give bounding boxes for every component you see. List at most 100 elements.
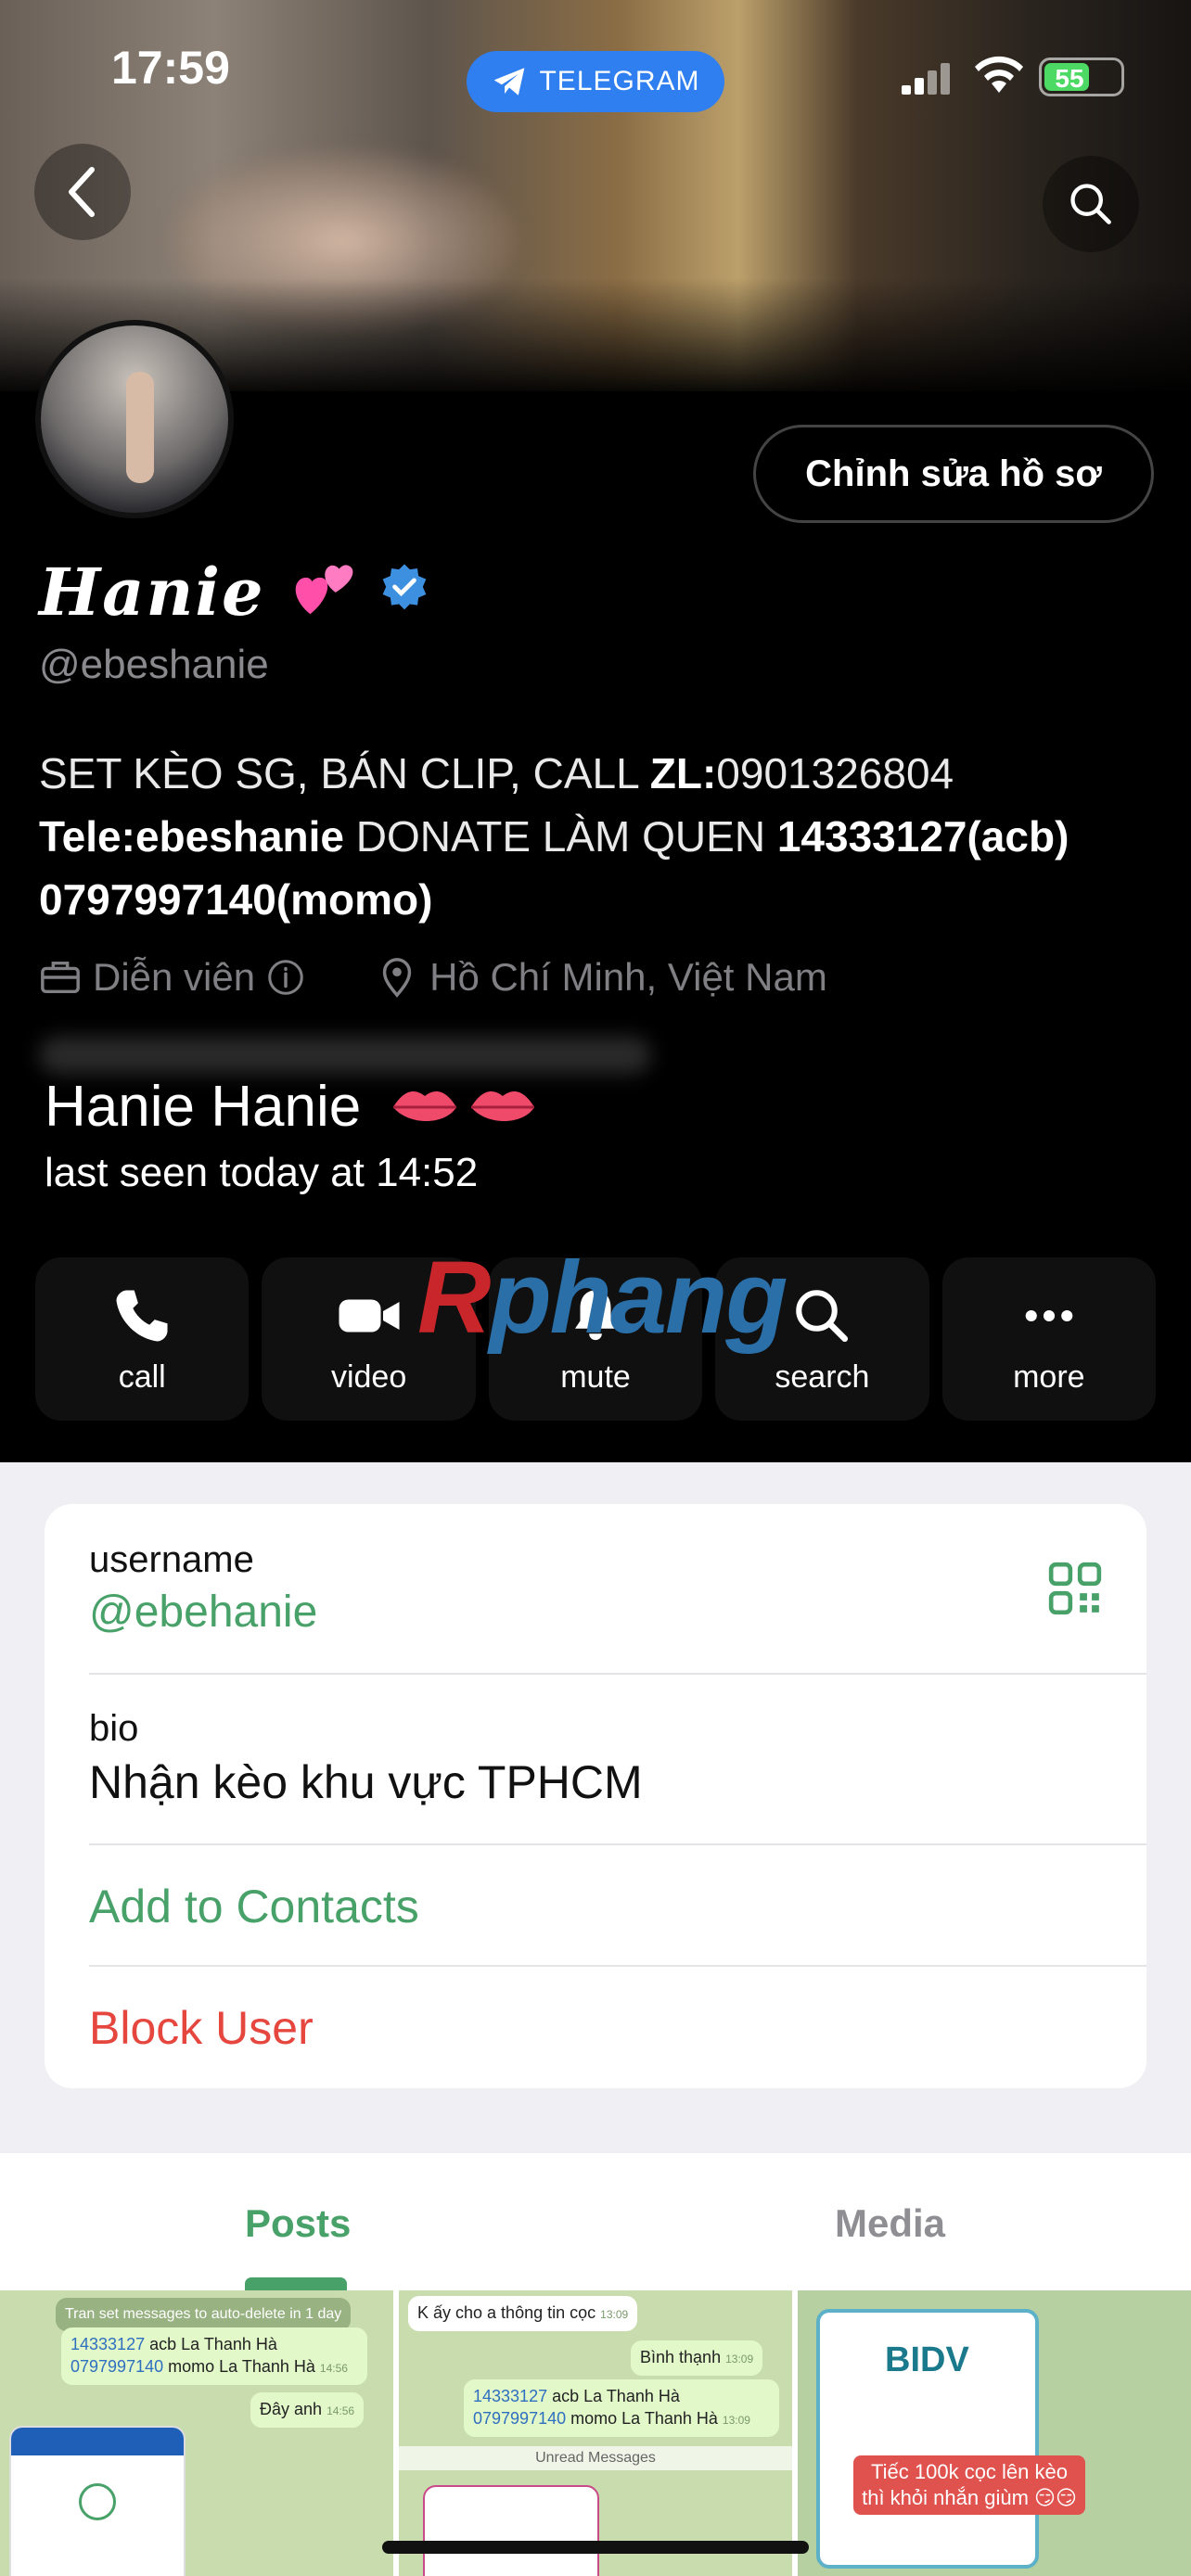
profile-header: 17:59 TELEGRAM 55 Chỉnh sửa hồ sơ Hanie … (0, 0, 1191, 1462)
edit-profile-button[interactable]: Chỉnh sửa hồ sơ (753, 425, 1154, 523)
account-number: 0797997140 (473, 2409, 567, 2428)
bio-phone[interactable]: 0901326804 (716, 749, 954, 797)
search-button[interactable] (1043, 156, 1139, 252)
display-name: Hanie (39, 554, 265, 631)
call-label: call (118, 1359, 166, 1395)
lips-emoji-icon (393, 1091, 534, 1121)
message-time: 13:09 (722, 2414, 750, 2427)
account-name: momo La Thanh Hà (566, 2409, 718, 2428)
chat-bubble: 14333127 acb La Thanh Hà 0797997140 momo… (61, 2327, 367, 2385)
unread-divider: Unread Messages (399, 2446, 792, 2470)
bio-text-bold: 0797997140(momo) (39, 875, 433, 924)
call-button[interactable]: call (35, 1257, 250, 1421)
last-seen-status: last seen today at 14:52 (45, 1150, 479, 1195)
search-icon (796, 1290, 849, 1343)
bank-logo: BIDV (885, 2340, 969, 2379)
chat-bubble: 14333127 acb La Thanh Hà 0797997140 momo… (464, 2379, 779, 2437)
watermark-r: R (417, 1241, 491, 1355)
chat-bubble: Đây anh 14:56 (250, 2392, 365, 2428)
battery-level: 55 (1055, 64, 1084, 93)
content-tabs: Posts Media (0, 2153, 1191, 2290)
mute-label: mute (560, 1359, 631, 1395)
bank-receipt-image: BIDV (816, 2309, 1039, 2569)
divider (89, 1965, 1146, 1967)
phone-icon (116, 1290, 168, 1342)
telegram-pill[interactable]: TELEGRAM (467, 51, 724, 112)
message-time: 14:56 (319, 2362, 348, 2375)
bio-text-part: DONATE LÀM QUEN (343, 812, 777, 861)
chevron-left-icon (69, 167, 95, 217)
job-label: Diễn viên (93, 955, 256, 999)
divider (89, 1843, 1146, 1845)
home-indicator[interactable] (382, 2541, 809, 2554)
tab-media[interactable]: Media (835, 2201, 945, 2246)
add-to-contacts-button[interactable]: Add to Contacts (89, 1880, 1146, 1933)
briefcase-icon (41, 961, 80, 994)
blurred-text (39, 1037, 651, 1074)
username-label: username (89, 1539, 254, 1580)
posts-grid: Tran set messages to auto-delete in 1 da… (0, 2290, 1191, 2576)
account-name: momo La Thanh Hà (163, 2357, 315, 2376)
search-label: search (775, 1359, 870, 1395)
chat-bubble: Bình thạnh 13:09 (631, 2340, 763, 2376)
bio-label: bio (89, 1708, 139, 1749)
back-button[interactable] (34, 144, 131, 240)
wifi-icon (975, 56, 1023, 93)
profile-meta: Diễn viên Hồ Chí Minh, Việt Nam (39, 955, 827, 1000)
avatar[interactable] (35, 320, 234, 518)
location-pin-icon (382, 958, 412, 998)
tab-posts[interactable]: Posts (245, 2201, 351, 2246)
message-text: Bình thạnh (640, 2348, 722, 2366)
search-icon (1070, 184, 1111, 224)
account-number: 14333127 (473, 2387, 548, 2405)
status-bar: 17:59 TELEGRAM 55 (0, 37, 1191, 112)
profile-bio: SET KÈO SG, BÁN CLIP, CALL ZL:0901326804… (39, 742, 1152, 931)
verified-badge-icon (382, 564, 427, 610)
account-number: 14333127 (70, 2335, 146, 2353)
username-value[interactable]: @ebehanie (89, 1587, 1146, 1638)
profile-handle: @ebeshanie (39, 642, 269, 687)
video-icon (339, 1299, 400, 1333)
info-card: username @ebehanie bio Nhận kèo khu vực … (45, 1504, 1146, 2088)
block-user-button[interactable]: Block User (89, 2001, 1146, 2055)
tab-indicator (245, 2277, 347, 2290)
user-name: Hanie Hanie (45, 1075, 362, 1139)
bio-text-bold: Tele:ebeshanie (39, 812, 344, 861)
bio-text-bold: ZL: (649, 749, 717, 797)
telegram-pill-label: TELEGRAM (539, 66, 700, 96)
post-thumbnail[interactable]: BIDV Tiếc 100k cọc lên kèo thì khỏi nhắn… (798, 2290, 1191, 2576)
username-row[interactable]: username @ebehanie (89, 1539, 1146, 1638)
info-icon[interactable] (264, 956, 307, 999)
watermark-logo: Rphang (417, 1239, 788, 1357)
telegram-icon (494, 68, 525, 96)
bio-text-part: SET KÈO SG, BÁN CLIP, CALL (39, 749, 650, 797)
bio-text-bold: 14333127(acb) (776, 812, 1069, 861)
post-thumbnail[interactable]: K ấy cho a thông tin cọc 13:09 Bình thạn… (399, 2290, 792, 2576)
message-text: Đây anh (260, 2400, 323, 2418)
signal-icon (902, 63, 950, 95)
battery-icon: 55 (1039, 57, 1124, 96)
video-label: video (330, 1359, 407, 1395)
screenshot-image (9, 2426, 186, 2576)
more-button[interactable]: more (941, 1257, 1157, 1421)
location-label: Hồ Chí Minh, Việt Nam (429, 955, 827, 999)
system-message: Tran set messages to auto-delete in 1 da… (56, 2298, 352, 2331)
account-number: 0797997140 (70, 2357, 164, 2376)
message-time: 13:09 (600, 2308, 629, 2321)
message-time: 13:09 (725, 2353, 754, 2366)
hearts-emoji-icon (295, 565, 353, 615)
screenshot-image (423, 2485, 599, 2576)
more-label: more (1013, 1359, 1085, 1395)
status-time: 17:59 (111, 42, 230, 94)
message-time: 14:56 (327, 2404, 355, 2417)
chat-bubble: K ấy cho a thông tin cọc 13:09 (408, 2296, 638, 2331)
bio-row: bio Nhận kèo khu vực TPHCM (89, 1708, 1146, 1809)
divider (89, 1673, 1146, 1675)
account-name: acb La Thanh Hà (145, 2335, 277, 2353)
bio-value: Nhận kèo khu vực TPHCM (89, 1756, 643, 1808)
watermark-text: phang (489, 1241, 788, 1355)
qr-code-icon[interactable] (1046, 1560, 1104, 1617)
more-icon (1025, 1309, 1073, 1322)
post-thumbnail[interactable]: Tran set messages to auto-delete in 1 da… (0, 2290, 393, 2576)
overlay-note: Tiếc 100k cọc lên kèo thì khỏi nhắn giùm… (853, 2455, 1085, 2515)
